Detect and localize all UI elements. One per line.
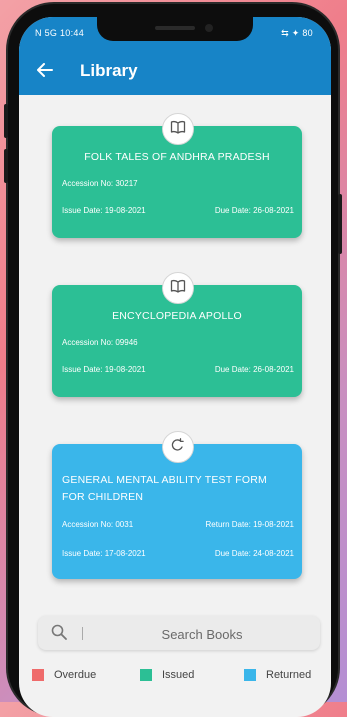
status-bar-right: ⇆ ✦ 80 xyxy=(281,28,313,38)
phone-side-button xyxy=(4,149,8,183)
phone-side-button xyxy=(338,194,342,254)
return-date: Return Date: 19-08-2021 xyxy=(205,520,295,529)
book-card[interactable]: ENCYCLOPEDIA APOLLO Accession No: 09946 … xyxy=(52,272,302,402)
search-input[interactable] xyxy=(90,622,314,646)
page-title: Library xyxy=(80,61,138,80)
accession-number: Accession No: 0031 xyxy=(62,520,134,529)
due-date: Due Date: 24-08-2021 xyxy=(214,549,294,558)
app-screen: N 5G 10:44 ⇆ ✦ 80 Library FOLK TALES OF … xyxy=(19,17,331,717)
book-card-body: GENERAL MENTAL ABILITY TEST FORM FOR CHI… xyxy=(52,444,302,579)
due-date: Due Date: 26-08-2021 xyxy=(214,206,294,215)
legend-swatch-overdue xyxy=(32,669,44,681)
legend-swatch-issued xyxy=(140,669,152,681)
front-camera xyxy=(205,24,213,32)
status-bar-left: N 5G 10:44 xyxy=(35,28,85,38)
legend-label: Overdue xyxy=(54,669,97,681)
accession-number: Accession No: 30217 xyxy=(62,179,138,188)
open-book-icon xyxy=(170,279,186,298)
legend-label: Returned xyxy=(266,669,312,681)
search-bar xyxy=(38,616,320,650)
back-button[interactable] xyxy=(33,59,57,83)
book-status-badge xyxy=(162,272,194,304)
book-card[interactable]: GENERAL MENTAL ABILITY TEST FORM FOR CHI… xyxy=(52,431,302,581)
status-legend: Overdue Issued Returned xyxy=(19,669,331,689)
due-date: Due Date: 26-08-2021 xyxy=(214,365,294,374)
book-title: ENCYCLOPEDIA APOLLO xyxy=(112,310,242,322)
legend-issued: Issued xyxy=(140,669,194,681)
issue-date: Issue Date: 19-08-2021 xyxy=(62,206,146,215)
accession-number: Accession No: 09946 xyxy=(62,338,138,347)
search-icon xyxy=(50,623,68,646)
book-title: GENERAL MENTAL ABILITY TEST FORM FOR CHI… xyxy=(62,474,267,503)
issue-date: Issue Date: 17-08-2021 xyxy=(62,549,146,558)
book-status-badge xyxy=(162,113,194,145)
search-divider xyxy=(82,627,83,640)
open-book-icon xyxy=(170,120,186,139)
book-status-badge xyxy=(162,431,194,463)
issue-date: Issue Date: 19-08-2021 xyxy=(62,365,146,374)
notch xyxy=(97,17,253,41)
back-arrow-icon xyxy=(37,61,53,82)
phone-side-button xyxy=(4,104,8,138)
app-bar: Library xyxy=(19,47,331,95)
legend-returned: Returned xyxy=(244,669,311,681)
legend-swatch-returned xyxy=(244,669,256,681)
return-arrow-icon xyxy=(170,437,186,457)
status-bar: N 5G 10:44 ⇆ ✦ 80 xyxy=(19,17,331,47)
legend-overdue: Overdue xyxy=(32,669,96,681)
book-card[interactable]: FOLK TALES OF ANDHRA PRADESH Accession N… xyxy=(52,113,302,243)
legend-label: Issued xyxy=(162,669,195,681)
speaker xyxy=(155,26,195,30)
book-title: FOLK TALES OF ANDHRA PRADESH xyxy=(84,151,270,163)
